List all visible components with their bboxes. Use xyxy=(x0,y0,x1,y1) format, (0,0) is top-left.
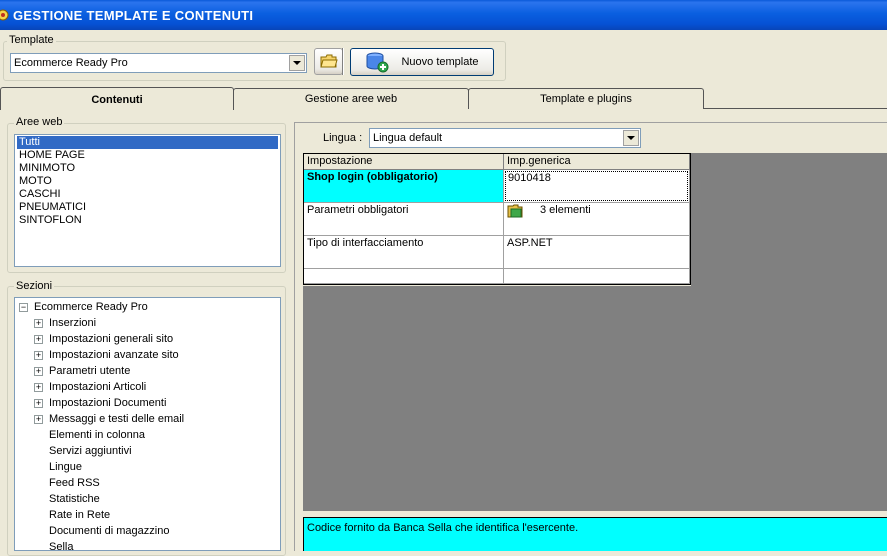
grid-cell-setting[interactable] xyxy=(304,269,504,284)
tab-template-e-plugins[interactable]: Template e plugins xyxy=(468,88,704,109)
grid-cell-value[interactable]: 9010418 xyxy=(504,170,690,203)
grid-cell-value[interactable]: 3 elementi xyxy=(504,203,690,236)
tree-node-label: Impostazioni generali sito xyxy=(49,333,174,345)
grid-empty-area xyxy=(691,153,887,511)
settings-grid[interactable]: Impostazione Imp.generica Shop login (ob… xyxy=(303,153,691,285)
app-icon xyxy=(0,9,9,21)
setting-description: Codice fornito da Banca Sella che identi… xyxy=(303,517,887,551)
tree-node-label: Messaggi e testi delle email xyxy=(49,413,185,425)
tree-node[interactable]: Elementi in colonna xyxy=(15,427,280,443)
list-item[interactable]: Tutti xyxy=(17,136,278,149)
parametri-value: 3 elementi xyxy=(540,204,591,216)
tree-node-label: Feed RSS xyxy=(49,477,100,489)
template-select-dropdown-button[interactable] xyxy=(289,55,305,71)
grid-cell-value[interactable] xyxy=(504,269,690,284)
sezioni-tree[interactable]: − Ecommerce Ready Pro + Inserzioni + Imp… xyxy=(14,297,281,551)
tree-node[interactable]: Documenti di magazzino xyxy=(15,523,280,539)
tree-node-label: Impostazioni Documenti xyxy=(49,397,167,409)
template-select[interactable]: Ecommerce Ready Pro xyxy=(10,53,307,73)
shop-login-input[interactable]: 9010418 xyxy=(505,171,688,201)
lingua-select-value: Lingua default xyxy=(373,132,443,144)
lingua-select[interactable]: Lingua default xyxy=(369,128,641,148)
tab-template-e-plugins-label: Template e plugins xyxy=(540,93,632,105)
tab-contenuti[interactable]: Contenuti xyxy=(0,87,234,110)
template-group-label: Template xyxy=(7,34,56,46)
tree-node-label: Parametri utente xyxy=(49,365,131,377)
expand-icon[interactable]: + xyxy=(34,367,43,376)
tree-node[interactable]: + Impostazioni Articoli xyxy=(15,379,280,395)
tree-node[interactable]: Rate in Rete xyxy=(15,507,280,523)
list-item[interactable]: PNEUMATICI xyxy=(17,201,278,214)
tree-node[interactable]: + Impostazioni avanzate sito xyxy=(15,347,280,363)
list-item[interactable]: HOME PAGE xyxy=(17,149,278,162)
tree-node[interactable]: Servizi aggiuntivi xyxy=(15,443,280,459)
tree-node[interactable]: Lingue xyxy=(15,459,280,475)
expand-icon[interactable]: + xyxy=(34,351,43,360)
tree-node-label: Sella xyxy=(49,541,74,551)
tree-node-label: Documenti di magazzino xyxy=(49,525,170,537)
tree-node[interactable]: + Inserzioni xyxy=(15,315,280,331)
tree-node-label: Impostazioni Articoli xyxy=(49,381,147,393)
aree-web-group-label: Aree web xyxy=(14,116,65,128)
window-title: GESTIONE TEMPLATE E CONTENUTI xyxy=(13,7,254,23)
title-bar: GESTIONE TEMPLATE E CONTENUTI xyxy=(0,0,887,30)
grid-cell-setting[interactable]: Parametri obbligatori xyxy=(304,203,504,236)
new-template-button[interactable]: Nuovo template xyxy=(350,48,494,76)
tree-node-root[interactable]: − Ecommerce Ready Pro xyxy=(15,299,280,315)
tree-node[interactable]: + Parametri utente xyxy=(15,363,280,379)
new-database-icon xyxy=(366,52,389,73)
expand-icon[interactable]: + xyxy=(34,415,43,424)
tree-node-label: Rate in Rete xyxy=(49,509,111,521)
tab-gestione-aree-web[interactable]: Gestione aree web xyxy=(233,88,469,109)
tree-node-label: Inserzioni xyxy=(49,317,97,329)
grid-cell-setting[interactable]: Shop login (obbligatorio) xyxy=(304,170,504,203)
tree-node[interactable]: Statistiche xyxy=(15,491,280,507)
tree-node-label: Lingue xyxy=(49,461,83,473)
grid-cell-setting[interactable]: Tipo di interfacciamento xyxy=(304,236,504,269)
list-item[interactable]: SINTOFLON xyxy=(17,214,278,227)
list-item[interactable]: MOTO xyxy=(17,175,278,188)
tree-node-label: Statistiche xyxy=(49,493,100,505)
tree-node-label: Impostazioni avanzate sito xyxy=(49,349,179,361)
grid-header-impostazione[interactable]: Impostazione xyxy=(304,154,504,170)
tree-node[interactable]: Feed RSS xyxy=(15,475,280,491)
tree-node-label: Elementi in colonna xyxy=(49,429,146,441)
tree-node[interactable]: + Messaggi e testi delle email xyxy=(15,411,280,427)
lingua-label: Lingua : xyxy=(323,132,363,144)
sezioni-group-label: Sezioni xyxy=(14,280,55,292)
chevron-down-icon xyxy=(293,61,301,65)
chevron-down-icon xyxy=(627,136,635,140)
folder-icon xyxy=(319,54,338,68)
separator xyxy=(342,48,344,75)
expand-icon[interactable]: + xyxy=(34,335,43,344)
tab-contenuti-label: Contenuti xyxy=(91,94,143,106)
lingua-select-dropdown-button[interactable] xyxy=(623,130,639,146)
tree-node[interactable]: + Impostazioni generali sito xyxy=(15,331,280,347)
grid-empty-area xyxy=(303,286,691,511)
template-select-value: Ecommerce Ready Pro xyxy=(14,57,128,69)
list-item[interactable]: MINIMOTO xyxy=(17,162,278,175)
open-folder-button[interactable] xyxy=(314,48,343,75)
tree-node[interactable]: + Impostazioni Documenti xyxy=(15,395,280,411)
tree-node[interactable]: Sella xyxy=(15,539,280,551)
shop-login-value: 9010418 xyxy=(508,172,551,184)
expand-icon[interactable]: + xyxy=(34,319,43,328)
tree-node-label: Ecommerce Ready Pro xyxy=(34,301,148,313)
new-template-button-label: Nuovo template xyxy=(401,56,479,68)
setting-description-text: Codice fornito da Banca Sella che identi… xyxy=(307,522,579,534)
tab-gestione-aree-web-label: Gestione aree web xyxy=(304,93,398,105)
tree-node-label: Servizi aggiuntivi xyxy=(49,445,132,457)
grid-header-imp-generica[interactable]: Imp.generica xyxy=(504,154,690,170)
expand-icon[interactable]: + xyxy=(34,383,43,392)
folder-icon xyxy=(507,204,523,218)
expand-icon[interactable]: + xyxy=(34,399,43,408)
collapse-icon[interactable]: − xyxy=(19,303,28,312)
grid-cell-value[interactable]: ASP.NET xyxy=(504,236,690,269)
aree-web-list[interactable]: Tutti HOME PAGE MINIMOTO MOTO CASCHI PNE… xyxy=(14,134,281,267)
list-item[interactable]: CASCHI xyxy=(17,188,278,201)
